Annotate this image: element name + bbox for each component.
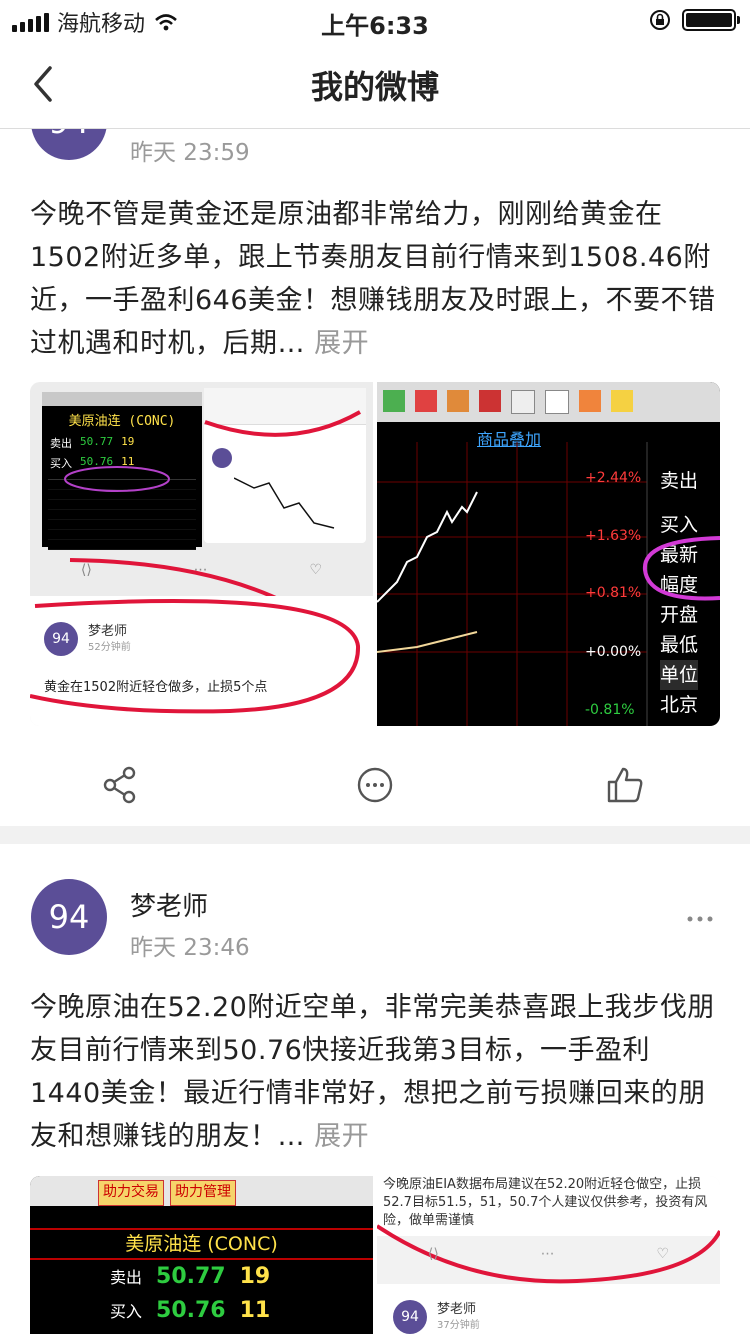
inner-time: 37分钟前 [437, 1320, 480, 1331]
expand-link[interactable]: 展开 [314, 1121, 369, 1152]
weibo-post: 94 梦老师 昨天 23:46 今晚原油在52.20附近空单，非常完美恭喜跟上我… [0, 844, 750, 1334]
post-images: 美原油连 (CONC) 卖出 50.77 19 买入 50.76 11 ⟨⟩ ⋯… [30, 382, 720, 726]
mini-actions: ⟨⟩ ⋯ ♡ [30, 562, 373, 586]
quote-row-qty: 19 [239, 1264, 271, 1289]
post-image[interactable]: 美原油连 (CONC) 卖出 50.77 19 买入 50.76 11 ⟨⟩ ⋯… [30, 382, 373, 726]
chart-toolbar [377, 382, 720, 422]
avatar[interactable]: 94 [31, 129, 107, 160]
post-text[interactable]: 今晚不管是黄金还是原油都非常给力，刚刚给黄金在1502附近多单，跟上节奏朋友目前… [30, 193, 720, 365]
side-label: 最低 [660, 634, 699, 656]
pct-label: +0.81% [585, 585, 642, 601]
rotation-lock-icon [650, 10, 670, 30]
post-time: 昨天 23:59 [130, 140, 250, 166]
post-image[interactable]: 商品叠加 +2.44% +1.63% +0.81% +0.00% -0.81% … [377, 382, 720, 726]
annotation-ellipse [90, 1326, 330, 1334]
side-label: 单位 [660, 660, 699, 690]
quote-row-value: 50.76 [156, 1298, 226, 1323]
post-image[interactable]: 今晚原油EIA数据布局建议在52.20附近轻仓做空，止损52.7目标51.5，5… [377, 1176, 720, 1334]
avatar[interactable]: 94 [31, 879, 107, 955]
like-icon: ♡ [309, 562, 323, 578]
pct-label: -0.81% [585, 702, 635, 718]
inner-post: 94 梦老师 37分钟前 [377, 1284, 720, 1334]
trade-button: 助力交易 [98, 1180, 164, 1206]
inner-name: 梦老师 [437, 1302, 477, 1317]
pct-label: +2.44% [585, 470, 642, 486]
comment-button[interactable] [355, 765, 395, 805]
status-time: 上午6:33 [321, 12, 429, 40]
side-label: 卖出 [660, 470, 699, 492]
pct-label: +1.63% [585, 528, 642, 544]
manage-button: 助力管理 [170, 1180, 236, 1206]
quote-row-value: 50.77 [156, 1264, 226, 1289]
post-text-content: 今晚原油在52.20附近空单，非常完美恭喜跟上我步伐朋友目前行情来到50.76快… [30, 992, 715, 1152]
comment-icon: ⋯ [193, 562, 208, 578]
post-divider [0, 826, 750, 844]
annotation-ellipse [642, 536, 720, 601]
share-button[interactable] [101, 765, 141, 805]
like-button[interactable] [605, 765, 645, 805]
comment-icon: ⋯ [540, 1246, 555, 1262]
more-options-icon[interactable] [686, 914, 714, 924]
weibo-post: 94 昨天 23:59 今晚不管是黄金还是原油都非常给力，刚刚给黄金在1502附… [0, 129, 750, 826]
user-name[interactable]: 梦老师 [130, 886, 208, 923]
post-text[interactable]: 今晚原油在52.20附近空单，非常完美恭喜跟上我步伐朋友目前行情来到50.76快… [30, 986, 720, 1158]
quote-row-label: 买入 [110, 1302, 143, 1321]
quote-row-label: 卖出 [110, 1268, 143, 1287]
weibo-feed[interactable]: 94 昨天 23:59 今晚不管是黄金还是原油都非常给力，刚刚给黄金在1502附… [0, 129, 750, 1334]
like-icon: ♡ [656, 1246, 670, 1262]
post-actions [0, 741, 750, 831]
battery-icon [682, 9, 740, 31]
status-bar: 海航移动 上午6:33 [0, 0, 750, 40]
pct-label: +0.00% [585, 644, 642, 660]
avatar: 94 [393, 1300, 427, 1334]
share-icon: ⟨⟩ [427, 1246, 439, 1262]
inner-post: 94 梦老师 52分钟前 黄金在1502附近轻仓做多，止损5个点 [30, 596, 373, 726]
nav-bar: 我的微博 [0, 40, 750, 129]
side-label: 北京 [660, 694, 699, 716]
page-title: 我的微博 [310, 68, 439, 106]
share-icon: ⟨⟩ [80, 562, 92, 578]
quote-row-qty: 11 [239, 1298, 271, 1323]
post-time: 昨天 23:46 [130, 935, 250, 961]
post-images: 助力交易 助力管理 美原油连 (CONC) 卖出 50.77 19 买入 50.… [30, 1176, 720, 1334]
post-image[interactable]: 助力交易 助力管理 美原油连 (CONC) 卖出 50.77 19 买入 50.… [30, 1176, 373, 1334]
post-text-content: 今晚不管是黄金还是原油都非常给力，刚刚给黄金在1502附近多单，跟上节奏朋友目前… [30, 199, 716, 359]
mini-actions: ⟨⟩ ⋯ ♡ [377, 1246, 720, 1262]
quote-title: 美原油连 (CONC) [30, 1228, 373, 1260]
expand-link[interactable]: 展开 [314, 328, 369, 359]
annotation-curve [30, 599, 361, 714]
